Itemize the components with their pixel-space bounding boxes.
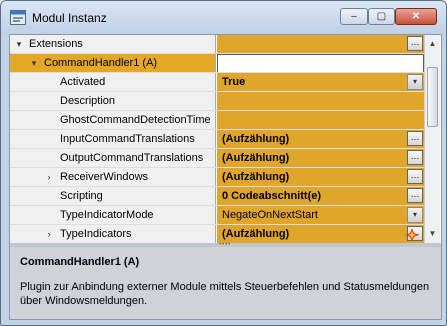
- property-name-cell[interactable]: ▾ Extensions: [10, 35, 216, 54]
- property-value: (Aufzählung): [222, 171, 290, 183]
- property-row-commandhandler1[interactable]: ▾ CommandHandler1 (A): [10, 54, 424, 73]
- property-value: (Aufzählung): [222, 152, 290, 164]
- property-row-scripting[interactable]: Scripting 0 Codeabschnitt(e) …: [10, 187, 424, 206]
- property-value: (Aufzählung): [222, 133, 290, 145]
- property-value-cell[interactable]: …: [217, 35, 424, 54]
- property-name-cell[interactable]: Scripting: [10, 187, 216, 206]
- property-label: Extensions: [29, 38, 83, 50]
- property-label: InputCommandTranslations: [60, 133, 195, 145]
- property-row-outputcommandtranslations[interactable]: OutputCommandTranslations (Aufzählung) …: [10, 149, 424, 168]
- help-title: CommandHandler1 (A): [20, 256, 140, 268]
- maximize-button[interactable]: ▢: [368, 8, 395, 25]
- window-title: Modul Instanz: [32, 11, 107, 25]
- modul-instanz-window: Modul Instanz ‒ ▢ ✕ ▾ Extensions … ▾ Com…: [0, 0, 447, 326]
- property-name-cell[interactable]: TypeIndicatorMode: [10, 206, 216, 225]
- dropdown-arrow-icon[interactable]: ▾: [407, 74, 423, 90]
- property-row-typeindicatormode[interactable]: TypeIndicatorMode NegateOnNextStart ▾: [10, 206, 424, 225]
- ellipsis-button[interactable]: …: [407, 36, 423, 51]
- property-row-typeindicators[interactable]: › TypeIndicators (Aufzählung) …: [10, 225, 424, 243]
- scroll-down-icon[interactable]: ▼: [425, 225, 440, 242]
- minimize-button[interactable]: ‒: [340, 8, 368, 25]
- property-name-cell[interactable]: › ReceiverWindows: [10, 168, 216, 187]
- property-value-cell[interactable]: [217, 111, 424, 130]
- dropdown-arrow-icon[interactable]: ▾: [407, 207, 423, 223]
- ellipsis-button[interactable]: …: [407, 188, 423, 203]
- close-button[interactable]: ✕: [395, 8, 437, 25]
- help-description: Plugin zur Anbindung externer Module mit…: [20, 281, 430, 307]
- property-value: True: [222, 76, 246, 88]
- minimize-icon: ‒: [351, 11, 357, 22]
- ellipsis-button[interactable]: …: [407, 169, 423, 184]
- property-label: GhostCommandDetectionTime: [60, 114, 211, 126]
- property-name-cell[interactable]: Description: [10, 92, 216, 111]
- property-value-cell[interactable]: 0 Codeabschnitt(e) …: [217, 187, 424, 206]
- property-name-cell[interactable]: › TypeIndicators: [10, 225, 216, 243]
- expand-icon[interactable]: ›: [43, 171, 55, 183]
- ellipsis-button[interactable]: …: [407, 131, 423, 146]
- property-row-inputcommandtranslations[interactable]: InputCommandTranslations (Aufzählung) …: [10, 130, 424, 149]
- property-name-cell[interactable]: Activated: [10, 73, 216, 92]
- vertical-scrollbar[interactable]: ▲ ▼: [424, 35, 440, 243]
- maximize-icon: ▢: [376, 11, 387, 22]
- property-label: TypeIndicators: [60, 228, 132, 240]
- property-row-receiverwindows[interactable]: › ReceiverWindows (Aufzählung) …: [10, 168, 424, 187]
- property-name-cell[interactable]: InputCommandTranslations: [10, 130, 216, 149]
- app-icon: [10, 10, 26, 25]
- ellipsis-button[interactable]: …: [407, 150, 423, 165]
- property-label: Activated: [60, 76, 106, 88]
- scrollbar-thumb[interactable]: [427, 67, 438, 127]
- property-value: NegateOnNextStart: [222, 209, 318, 221]
- property-label: Description: [60, 95, 116, 107]
- property-label: OutputCommandTranslations: [60, 152, 204, 164]
- property-name-cell[interactable]: GhostCommandDetectionTime: [10, 111, 216, 130]
- property-value-cell[interactable]: [217, 92, 424, 111]
- property-value-cell[interactable]: (Aufzählung) …: [217, 168, 424, 187]
- property-panel: ▾ Extensions … ▾ CommandHandler1 (A) Act…: [9, 34, 442, 320]
- property-value-cell[interactable]: (Aufzählung) …: [217, 149, 424, 168]
- close-icon: ✕: [411, 11, 421, 22]
- scroll-up-icon[interactable]: ▲: [425, 35, 440, 52]
- property-value-cell[interactable]: (Aufzählung) …: [217, 225, 424, 243]
- property-grid: ▾ Extensions … ▾ CommandHandler1 (A) Act…: [10, 35, 424, 243]
- property-row-ghostcommanddetectiontime[interactable]: GhostCommandDetectionTime: [10, 111, 424, 130]
- help-panel: CommandHandler1 (A) Plugin zur Anbindung…: [10, 247, 441, 319]
- property-value: (Aufzählung): [222, 228, 290, 240]
- property-row-extensions[interactable]: ▾ Extensions …: [10, 35, 424, 54]
- property-label: ReceiverWindows: [60, 171, 149, 183]
- property-value-cell[interactable]: (Aufzählung) …: [217, 130, 424, 149]
- property-value-cell[interactable]: [217, 54, 424, 73]
- collapse-icon[interactable]: ▾: [28, 57, 40, 69]
- property-row-description[interactable]: Description: [10, 92, 424, 111]
- property-label: Scripting: [60, 190, 103, 202]
- expand-icon[interactable]: ›: [43, 228, 55, 240]
- property-row-activated[interactable]: Activated True ▾: [10, 73, 424, 92]
- property-value-cell[interactable]: True ▾: [217, 73, 424, 92]
- property-label: TypeIndicatorMode: [60, 209, 154, 221]
- mouse-cursor-icon: [405, 228, 419, 242]
- collapse-icon[interactable]: ▾: [13, 38, 25, 50]
- property-name-cell[interactable]: ▾ CommandHandler1 (A): [10, 54, 216, 73]
- property-name-cell[interactable]: OutputCommandTranslations: [10, 149, 216, 168]
- property-value-cell[interactable]: NegateOnNextStart ▾: [217, 206, 424, 225]
- property-label: CommandHandler1 (A): [44, 57, 158, 69]
- title-bar[interactable]: Modul Instanz ‒ ▢ ✕: [1, 1, 446, 34]
- property-value: 0 Codeabschnitt(e): [222, 190, 322, 202]
